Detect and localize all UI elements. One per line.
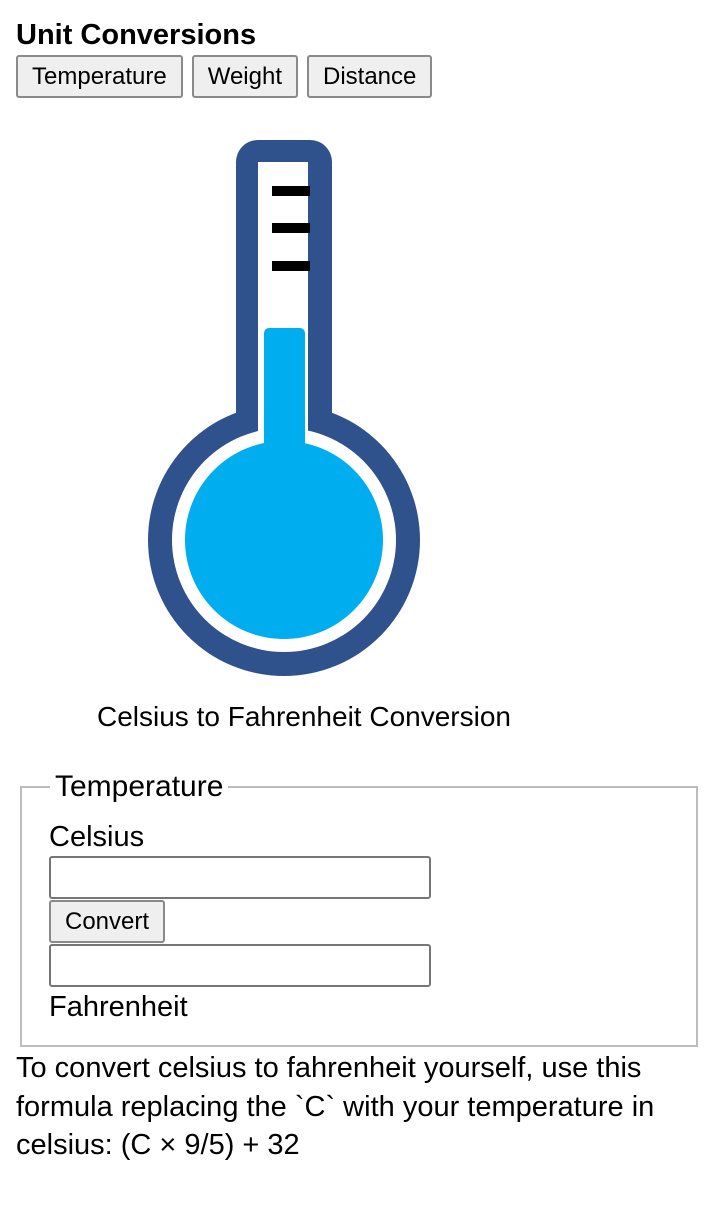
conversion-caption: Celsius to Fahrenheit Conversion	[97, 701, 511, 732]
fieldset-legend: Temperature	[50, 769, 229, 805]
unit-tabs: Temperature Weight Distance	[16, 55, 433, 98]
tab-temperature[interactable]: Temperature	[16, 55, 183, 98]
formula-help-text: To convert celsius to fahrenheit yoursel…	[16, 1052, 655, 1161]
thermometer-icon	[140, 132, 430, 682]
celsius-label: Celsius	[49, 821, 145, 853]
fahrenheit-output[interactable]	[49, 944, 431, 987]
tab-distance[interactable]: Distance	[307, 55, 433, 98]
fahrenheit-label: Fahrenheit	[49, 991, 188, 1023]
tab-weight[interactable]: Weight	[191, 55, 298, 98]
celsius-input[interactable]	[49, 856, 431, 899]
convert-button[interactable]: Convert	[49, 900, 166, 943]
temperature-fieldset: Temperature Celsius Convert Fahrenheit	[20, 769, 698, 1047]
app-title: Unit Conversions	[16, 19, 257, 51]
